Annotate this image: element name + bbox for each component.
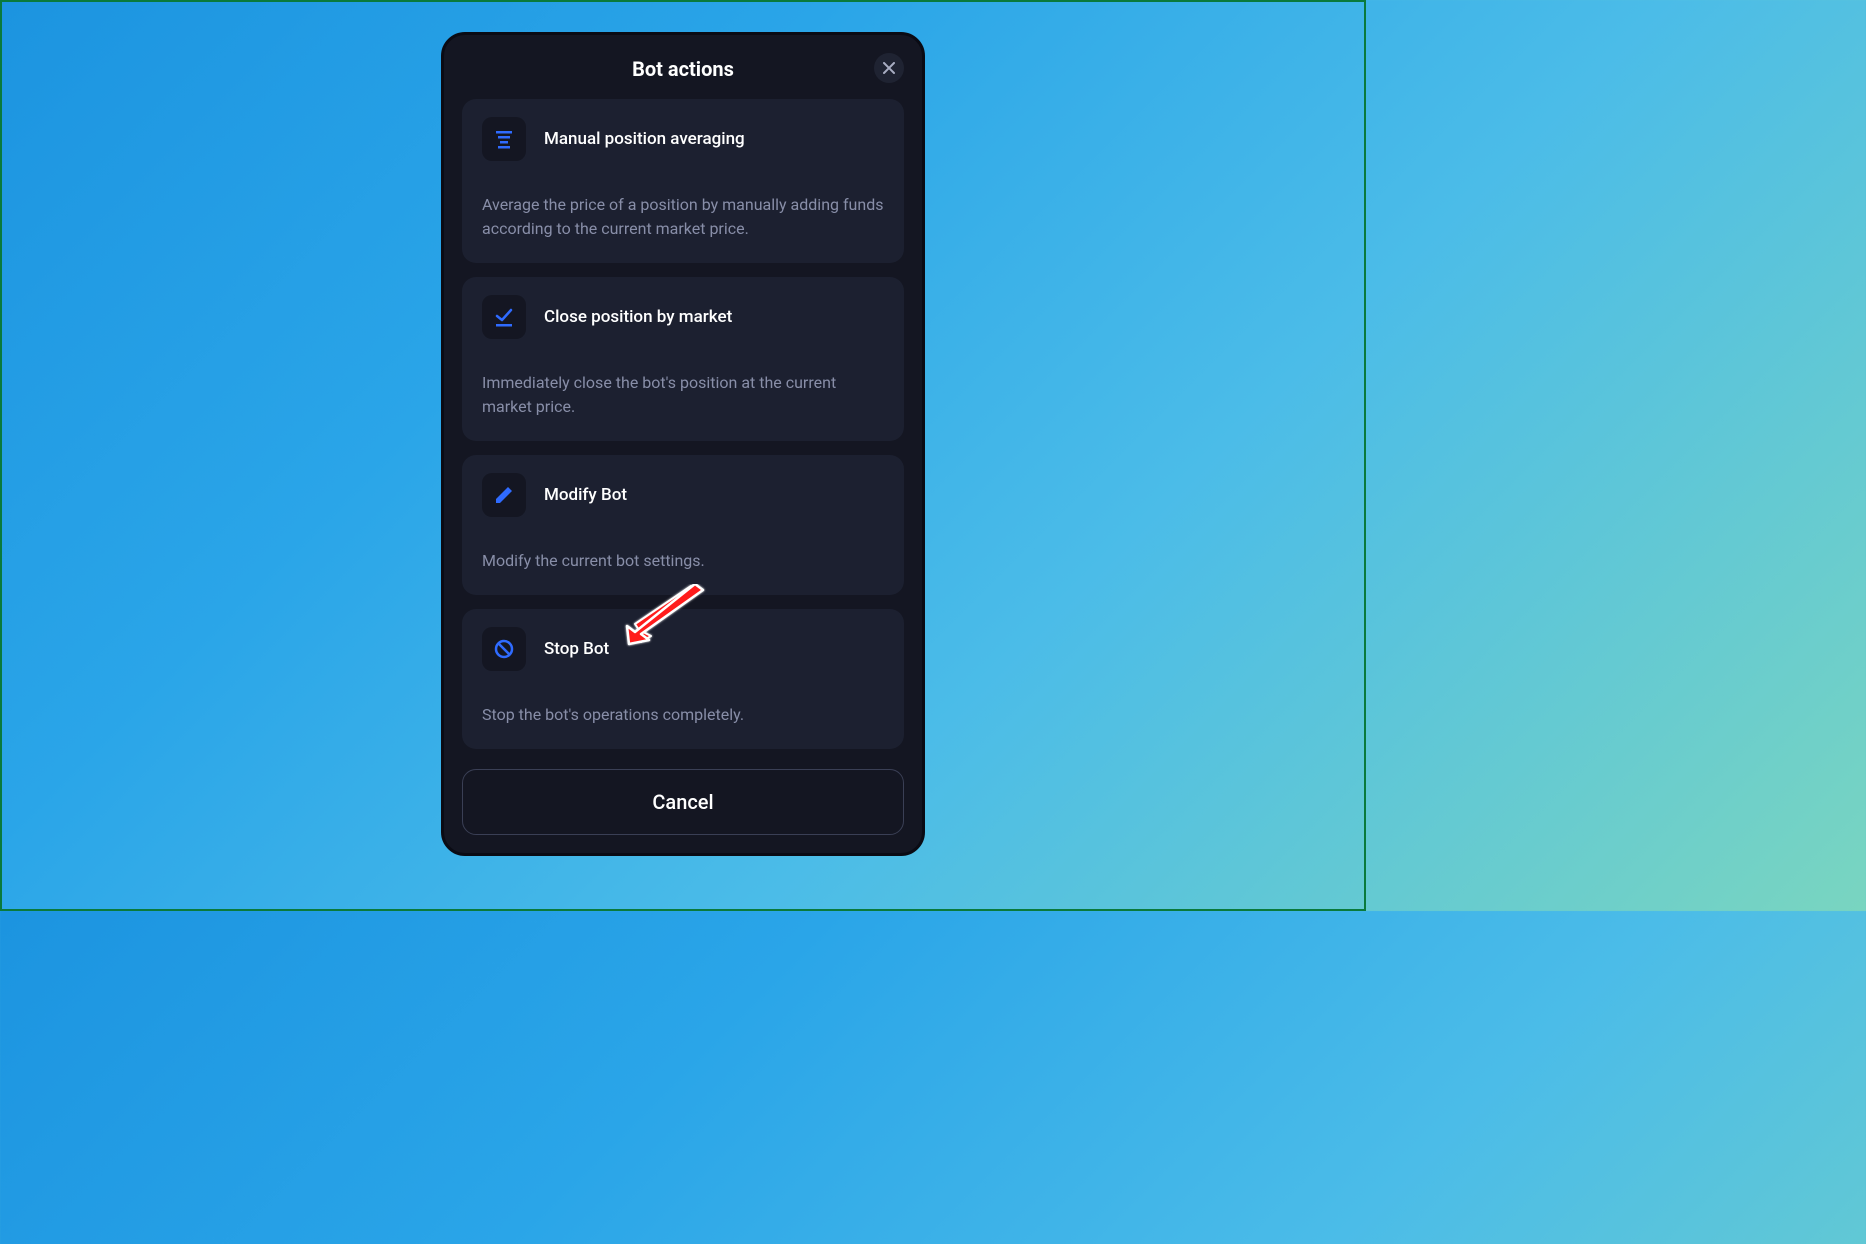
action-title: Stop Bot — [544, 639, 609, 659]
modal-title: Bot actions — [632, 57, 734, 81]
icon-box — [482, 473, 526, 517]
check-underline-icon — [493, 306, 515, 328]
modal-header: Bot actions — [462, 53, 904, 81]
action-header: Modify Bot — [482, 473, 884, 517]
action-description: Immediately close the bot's position at … — [482, 371, 884, 419]
action-stop-bot[interactable]: Stop Bot Stop the bot's operations compl… — [462, 609, 904, 749]
icon-box — [482, 295, 526, 339]
pencil-icon — [493, 484, 515, 506]
icon-box — [482, 627, 526, 671]
close-icon — [883, 62, 895, 74]
bot-actions-modal: Bot actions Manual position averaging Av… — [441, 32, 925, 856]
action-header: Stop Bot — [482, 627, 884, 671]
action-description: Average the price of a position by manua… — [482, 193, 884, 241]
action-title: Modify Bot — [544, 485, 627, 505]
action-header: Manual position averaging — [482, 117, 884, 161]
action-title: Close position by market — [544, 307, 732, 327]
action-title: Manual position averaging — [544, 129, 745, 149]
action-close-position[interactable]: Close position by market Immediately clo… — [462, 277, 904, 441]
action-description: Stop the bot's operations completely. — [482, 703, 884, 727]
stop-icon — [493, 638, 515, 660]
action-description: Modify the current bot settings. — [482, 549, 884, 573]
close-button[interactable] — [874, 53, 904, 83]
action-modify-bot[interactable]: Modify Bot Modify the current bot settin… — [462, 455, 904, 595]
action-header: Close position by market — [482, 295, 884, 339]
cancel-button[interactable]: Cancel — [462, 769, 904, 835]
icon-box — [482, 117, 526, 161]
action-manual-averaging[interactable]: Manual position averaging Average the pr… — [462, 99, 904, 263]
averaging-icon — [493, 128, 515, 150]
